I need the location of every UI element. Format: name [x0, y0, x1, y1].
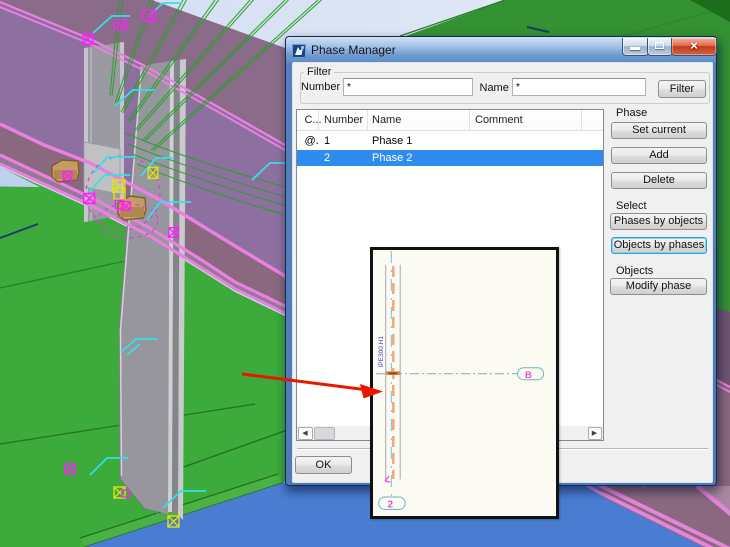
svg-text:2: 2 — [388, 500, 394, 511]
svg-text:IPE300 H1: IPE300 H1 — [378, 336, 385, 368]
svg-text:B: B — [525, 370, 532, 381]
